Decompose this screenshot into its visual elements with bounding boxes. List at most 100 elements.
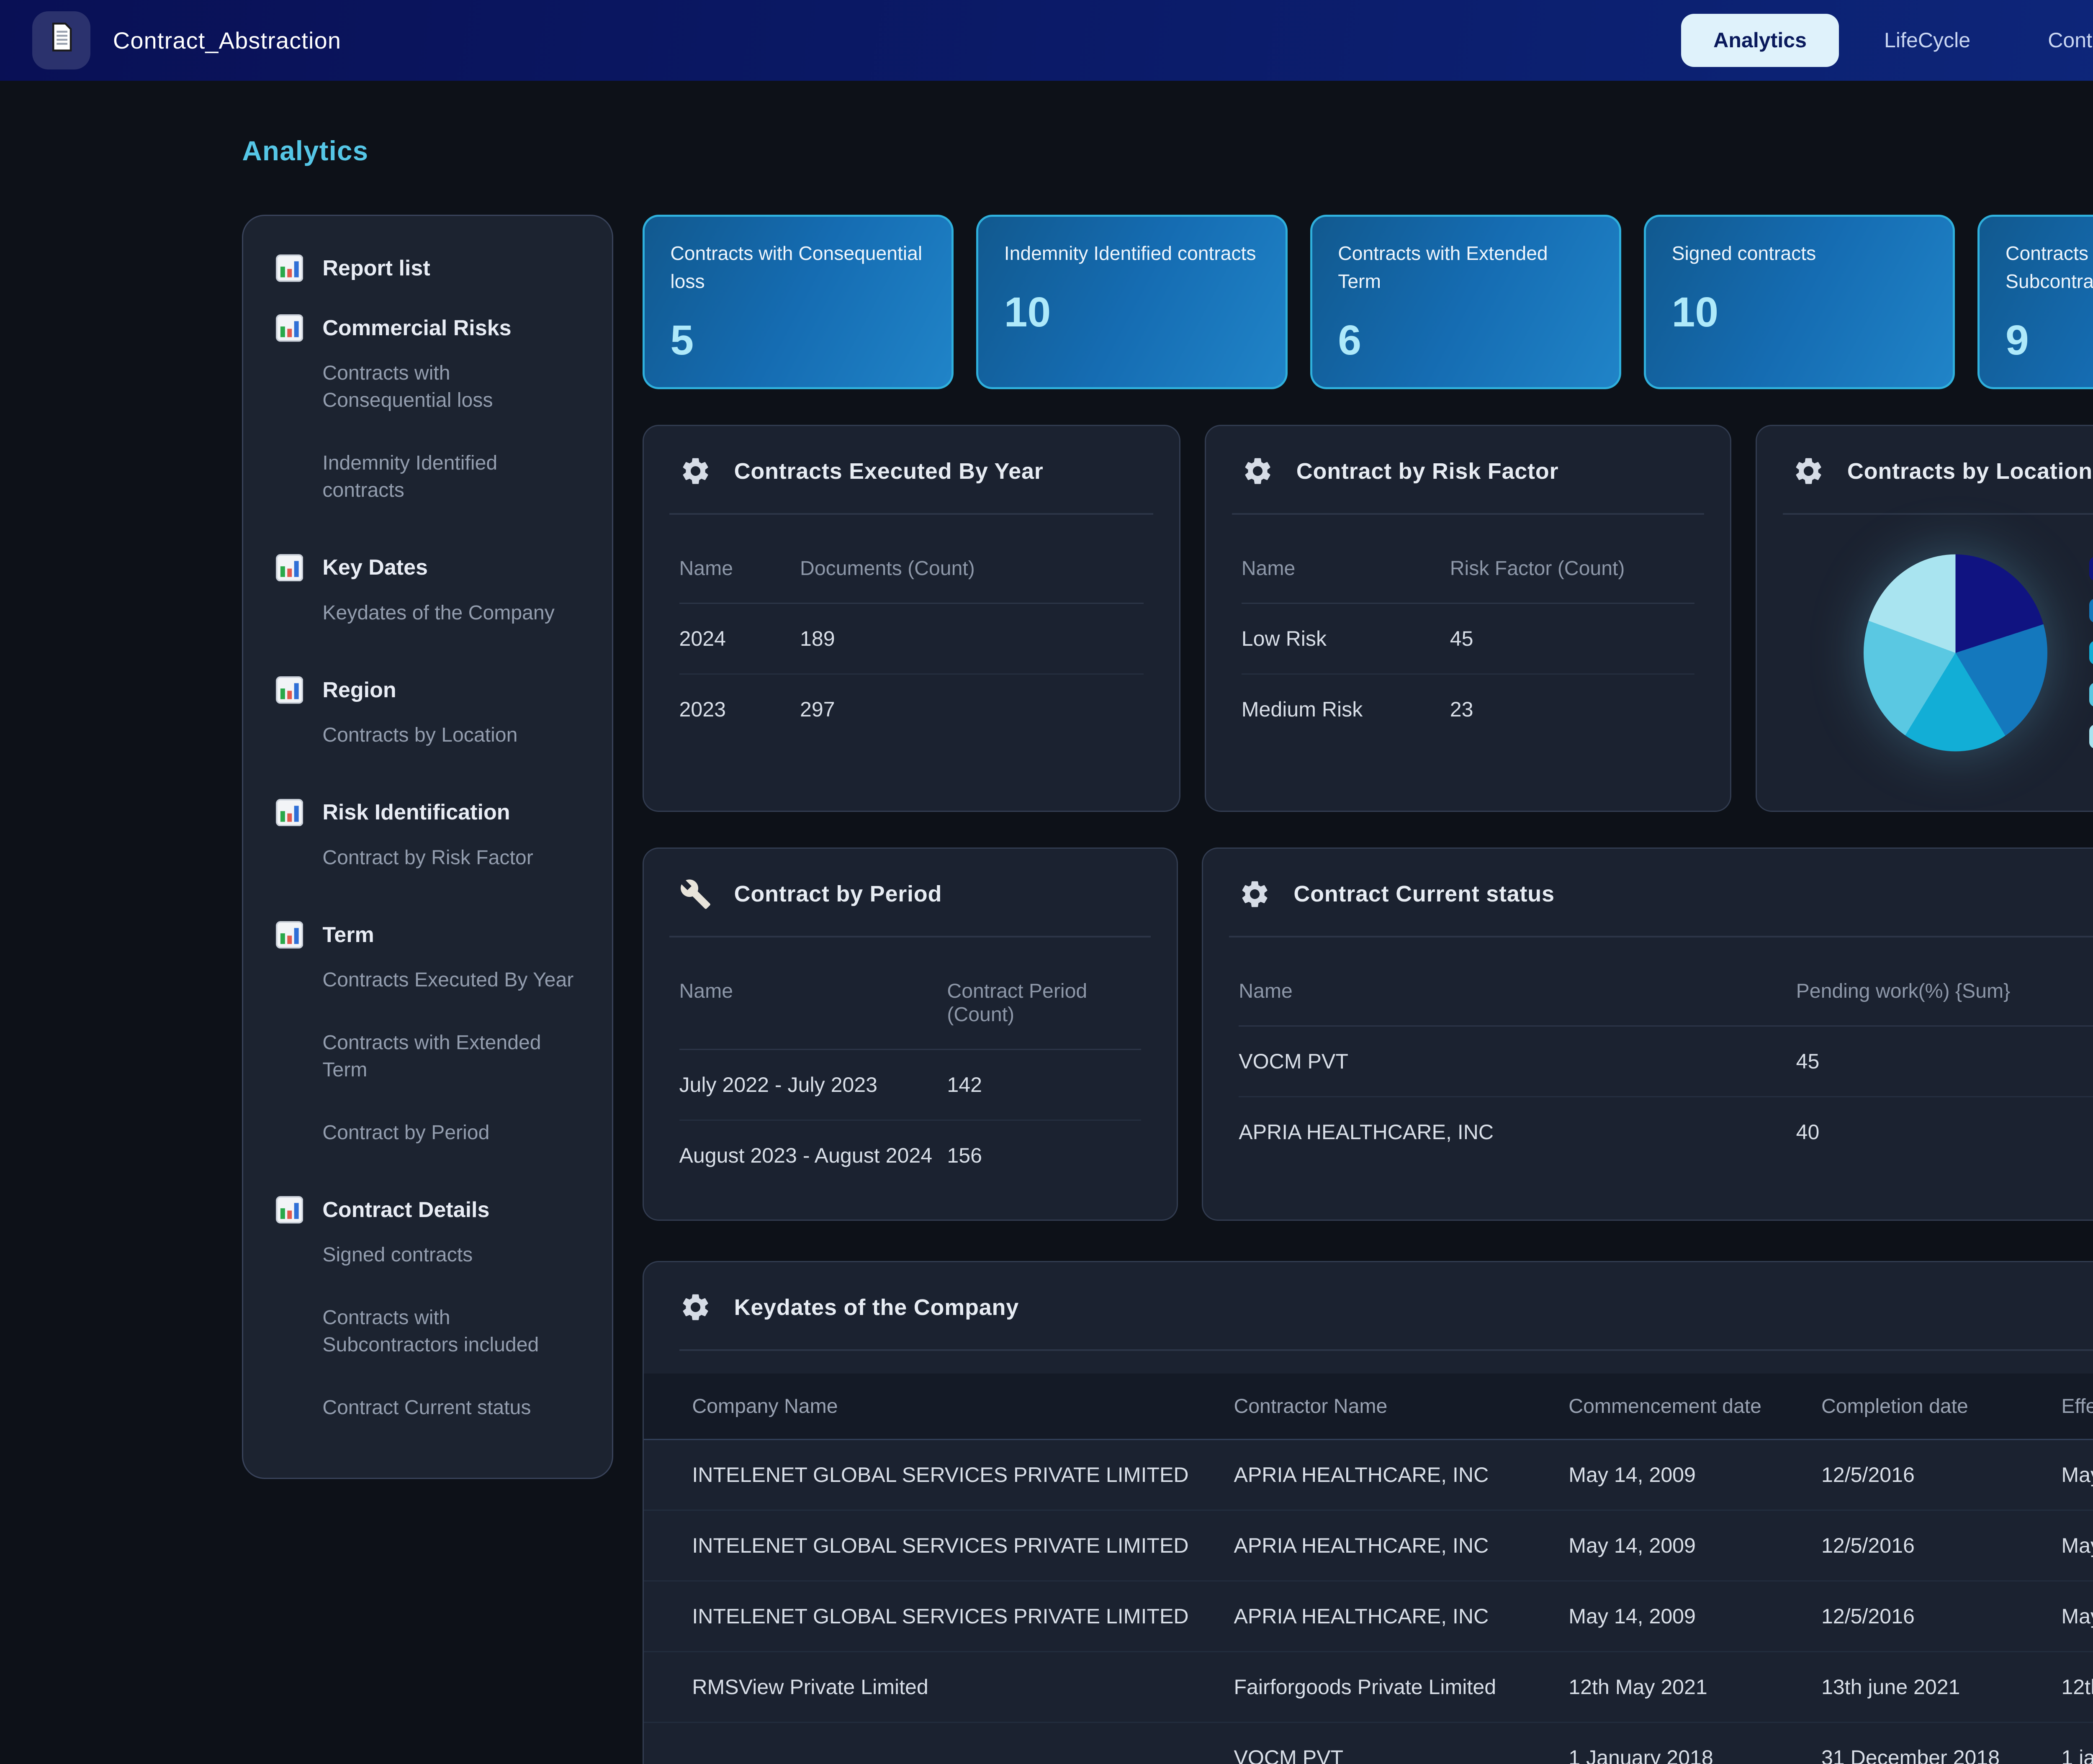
- sidebar-section-label: Report list: [322, 256, 430, 281]
- card-title: Contract by Period: [734, 881, 942, 907]
- table-row: 2024189: [679, 604, 1144, 675]
- card-header: Contract Current status: [1239, 878, 2093, 910]
- sidebar-item-indemnity-identified-contracts[interactable]: Indemnity Identified contracts: [276, 432, 590, 522]
- table-cell: 1 jan 2018: [2061, 1746, 2093, 1764]
- table-row: August 2023 - August 2024156: [679, 1121, 1141, 1190]
- divider: [669, 513, 1153, 515]
- table-header-row: NameContract Period (Count): [679, 979, 1141, 1050]
- charts-row-2: Contract by Period NameContract Period (…: [643, 847, 2093, 1221]
- table-row: Medium Risk23: [1242, 675, 1695, 744]
- sidebar-item-contract-by-risk-factor[interactable]: Contract by Risk Factor: [276, 826, 590, 889]
- pie-chart-area: USAUAEEuropeAPACCanada: [1792, 557, 2093, 749]
- table-cell: VOCM PVT: [1234, 1746, 1568, 1764]
- card-header: Contracts by Location: [1792, 455, 2093, 487]
- column-header: Company Name: [692, 1394, 1234, 1418]
- table-cell: 45: [1450, 627, 1473, 651]
- contracts-by-location-pie-chart: [1864, 554, 2048, 751]
- bar-chart-icon: [276, 314, 303, 342]
- table-header-row: NameDocuments (Count): [679, 557, 1144, 604]
- stat-card-label: Signed contracts: [1672, 239, 1927, 267]
- card-title: Contracts Executed By Year: [734, 458, 1044, 484]
- legend-swatch: [2089, 557, 2093, 581]
- divider: [1232, 513, 1705, 515]
- wrench-icon: [679, 878, 712, 910]
- column-header: Contractor Name: [1234, 1394, 1568, 1418]
- table-row: VOCM PVT1 January 201831 December 20181 …: [644, 1723, 2093, 1764]
- stat-card-contracts-with-consequential-loss: Contracts with Consequential loss5: [643, 215, 954, 389]
- stat-card-label: Contracts with Subcontractors included: [2006, 239, 2093, 295]
- sidebar-item-contracts-with-extended-term[interactable]: Contracts with Extended Term: [276, 1012, 590, 1102]
- stat-card-label: Contracts with Consequential loss: [670, 239, 926, 295]
- table-cell: APRIA HEALTHCARE, INC: [1234, 1533, 1568, 1558]
- table-cell: VOCM PVT: [1239, 1049, 1796, 1073]
- table-cell: May 14, 2009: [2061, 1463, 2093, 1487]
- sidebar-section-region[interactable]: Region: [276, 676, 590, 704]
- table-row: APRIA HEALTHCARE, INC40: [1239, 1097, 2093, 1167]
- table-cell: INTELENET GLOBAL SERVICES PRIVATE LIMITE…: [692, 1604, 1234, 1628]
- table-cell: May 14, 2009: [1568, 1463, 1821, 1487]
- sidebar-item-contracts-by-location[interactable]: Contracts by Location: [276, 704, 590, 767]
- stat-card-value: 6: [1338, 316, 1593, 365]
- table-cell: RMSView Private Limited: [692, 1675, 1234, 1699]
- legend-swatch: [2089, 598, 2093, 623]
- card-keydates-of-the-company: Keydates of the Company Company NameCont…: [643, 1261, 2093, 1764]
- sidebar-section-label: Region: [322, 678, 396, 703]
- column-header: Contract Period (Count): [947, 979, 1141, 1026]
- gear-icon: [1242, 455, 1274, 487]
- table-row: INTELENET GLOBAL SERVICES PRIVATE LIMITE…: [644, 1582, 2093, 1652]
- table-cell: 1 January 2018: [1568, 1746, 1821, 1764]
- sidebar-section-term[interactable]: Term: [276, 921, 590, 949]
- stat-card-value: 10: [1004, 288, 1260, 336]
- card-contract-by-risk-factor: Contract by Risk Factor NameRisk Factor …: [1205, 425, 1731, 812]
- nav-tab-analytics[interactable]: Analytics: [1681, 14, 1839, 67]
- sidebar-section-contract-details[interactable]: Contract Details: [276, 1196, 590, 1224]
- sidebar-item-contract-by-period[interactable]: Contract by Period: [276, 1102, 590, 1164]
- table-cell: 40: [1796, 1120, 1820, 1144]
- card-title: Contract Current status: [1293, 881, 1554, 907]
- legend-item-europe: Europe: [2089, 641, 2093, 665]
- card-header: Contracts Executed By Year: [679, 455, 1144, 487]
- table-cell: 23: [1450, 697, 1473, 722]
- column-header: Name: [1239, 979, 1796, 1003]
- sidebar-item-contracts-executed-by-year[interactable]: Contracts Executed By Year: [276, 949, 590, 1012]
- nav-tab-contracts[interactable]: Contracts: [2016, 14, 2093, 67]
- sidebar-section-label: Key Dates: [322, 555, 428, 580]
- gear-icon: [679, 455, 712, 487]
- table-cell: 45: [1796, 1049, 1820, 1073]
- app-logo[interactable]: [32, 11, 90, 69]
- sidebar-item-signed-contracts[interactable]: Signed contracts: [276, 1224, 590, 1286]
- table-cell: 12/5/2016: [1821, 1463, 2061, 1487]
- sidebar-section-label: Contract Details: [322, 1197, 489, 1222]
- sidebar-section-report-list[interactable]: Report list: [276, 254, 590, 282]
- page-header: Analytics: [0, 81, 2093, 179]
- sidebar-item-keydates-of-the-company[interactable]: Keydates of the Company: [276, 581, 590, 644]
- sidebar-item-contracts-with-consequential-loss[interactable]: Contracts with Consequential loss: [276, 342, 590, 432]
- card-contracts-by-location: Contracts by Location USAUAEEuropeAPACCa…: [1756, 425, 2093, 812]
- contract-abstraction-dashboard: Contract_Abstraction AnalyticsLifeCycleC…: [0, 0, 2093, 1764]
- gear-icon: [1792, 455, 1825, 487]
- card-contract-current-status: Contract Current status NamePending work…: [1202, 847, 2093, 1221]
- stat-card-signed-contracts: Signed contracts 10: [1644, 215, 1955, 389]
- column-header: Pending work(%) {Sum}: [1796, 979, 2011, 1003]
- sidebar-item-contracts-with-subcontractors-included[interactable]: Contracts with Subcontractors included: [276, 1286, 590, 1376]
- legend-item-apac: APAC: [2089, 683, 2093, 707]
- sidebar-section-risk-identification[interactable]: Risk Identification: [276, 799, 590, 827]
- card-header: Contract by Risk Factor: [1242, 455, 1695, 487]
- column-header: Risk Factor (Count): [1450, 557, 1625, 580]
- table-cell: 142: [947, 1073, 982, 1097]
- table-cell: APRIA HEALTHCARE, INC: [1234, 1604, 1568, 1628]
- sidebar-section-key-dates[interactable]: Key Dates: [276, 554, 590, 582]
- sidebar-item-contract-current-status[interactable]: Contract Current status: [276, 1376, 590, 1439]
- legend-swatch: [2089, 683, 2093, 707]
- sidebar-section-label: Commercial Risks: [322, 316, 511, 341]
- current-status-table: NamePending work(%) {Sum} VOCM PVT45 APRIA…: [1239, 979, 2093, 1167]
- sidebar-section-commercial-risks[interactable]: Commercial Risks: [276, 314, 590, 342]
- document-icon: [45, 21, 77, 59]
- bar-chart-icon: [276, 921, 303, 949]
- brand: Contract_Abstraction: [32, 11, 341, 69]
- stat-card-contracts-with-subcontractors-included: Contracts with Subcontractors included9: [1977, 215, 2093, 389]
- nav-tab-lifecycle[interactable]: LifeCycle: [1852, 14, 2003, 67]
- report-list-sidebar: Report listCommercial RisksContracts wit…: [242, 215, 613, 1479]
- card-contracts-executed-by-year: Contracts Executed By Year NameDocuments…: [643, 425, 1180, 812]
- stat-card-value: 10: [1672, 288, 1927, 336]
